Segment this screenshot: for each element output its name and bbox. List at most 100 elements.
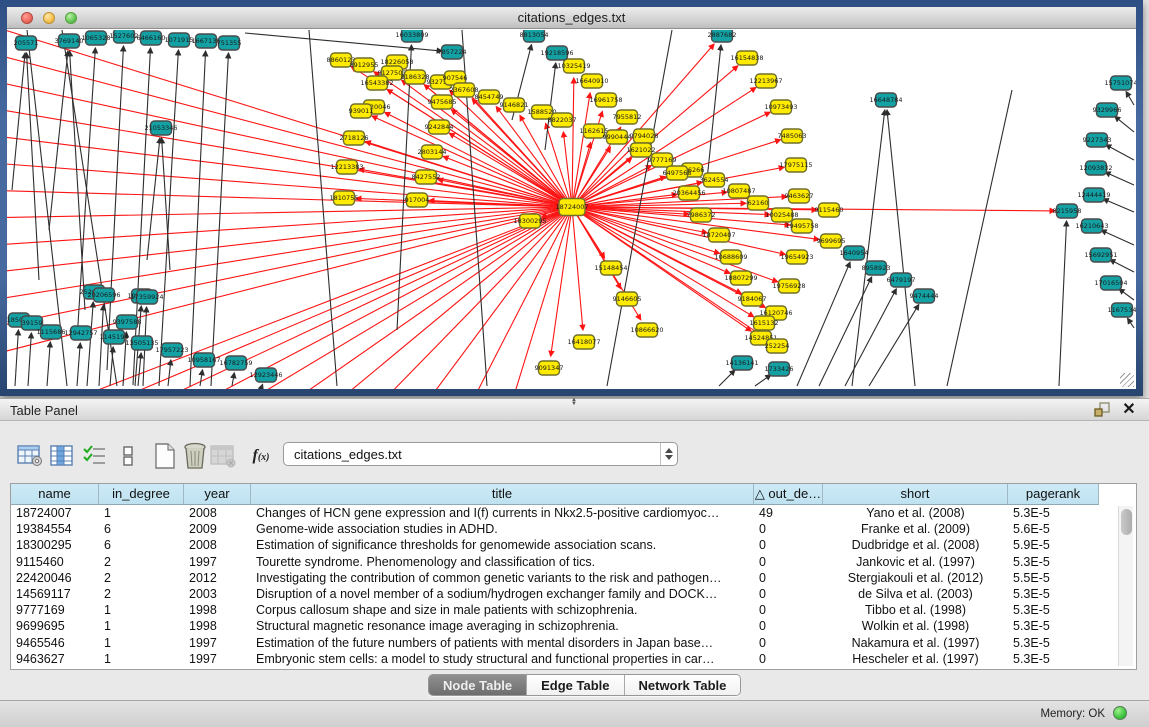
- tab-network-table[interactable]: Network Table: [625, 675, 741, 695]
- table-settings-icon[interactable]: [15, 441, 45, 471]
- graph-node-label: 10866620: [630, 326, 663, 334]
- graph-node-label: 12093832: [1079, 164, 1112, 172]
- table-row[interactable]: 946362711997Embryonic stem cells: a mode…: [11, 651, 1121, 667]
- graph-node-label: 16033809: [395, 31, 428, 39]
- graph-edge: [572, 207, 583, 330]
- delete-icon[interactable]: [180, 441, 210, 471]
- graph-node-label: 62160: [748, 199, 769, 207]
- graph-node-label: 10325419: [557, 62, 590, 70]
- graph-edge: [845, 289, 896, 386]
- function-builder-icon[interactable]: f(x): [246, 441, 276, 471]
- table-cell: 19384554: [11, 521, 99, 537]
- table-row[interactable]: 911546021997Tourette syndrome. Phenomeno…: [11, 554, 1121, 570]
- float-window-icon[interactable]: [1093, 402, 1111, 418]
- table-row[interactable]: 1872400712008Changes of HCN gene express…: [11, 505, 1121, 521]
- column-header-pagerank[interactable]: pagerank: [1008, 484, 1099, 505]
- select-rows-icon[interactable]: [80, 441, 110, 471]
- network-window: citations_edges.txt 18724007183002958860…: [0, 0, 1143, 396]
- table-cell: Franke et al. (2009): [823, 521, 1008, 537]
- table-row[interactable]: 946554611997Estimation of the future num…: [11, 635, 1121, 651]
- table-row[interactable]: 1938455462009Genome-wide association stu…: [11, 521, 1121, 537]
- table-cell: 0: [754, 602, 823, 618]
- tab-node-table[interactable]: Node Table: [429, 675, 527, 695]
- tab-edge-table[interactable]: Edge Table: [527, 675, 624, 695]
- graph-edge: [1103, 199, 1134, 212]
- network-graph[interactable]: 1872400718300295886012389129551822605891…: [7, 30, 1136, 389]
- graph-node-label: 9242844: [425, 123, 454, 131]
- graph-edge: [200, 370, 202, 386]
- graph-edge: [887, 110, 915, 386]
- graph-edge: [1126, 92, 1134, 105]
- table-header-row: namein_degreeyeartitle△ out_de…shortpage…: [11, 484, 1121, 505]
- column-header-year[interactable]: year: [184, 484, 251, 505]
- graph-node-label: 8215958: [1053, 207, 1082, 215]
- table-row[interactable]: 969969511998Structural magnetic resonanc…: [11, 618, 1121, 634]
- table-cell: 9115460: [11, 554, 99, 570]
- graph-edge: [1059, 221, 1067, 386]
- graph-node-label: 17957223: [155, 346, 188, 354]
- graph-node-label: 1733426: [765, 365, 794, 373]
- table-cell: 22420046: [11, 570, 99, 586]
- graph-node-label: 12444419: [1077, 191, 1110, 199]
- close-panel-icon[interactable]: ✕: [1121, 401, 1137, 419]
- graph-edge: [1119, 289, 1134, 300]
- table-cell: 1998: [184, 618, 251, 634]
- column-header-in_degree[interactable]: in_degree: [99, 484, 184, 505]
- table-cell: 6: [99, 537, 184, 553]
- column-header-name[interactable]: name: [11, 484, 99, 505]
- network-window-titlebar[interactable]: citations_edges.txt: [7, 7, 1136, 29]
- network-canvas[interactable]: 1872400718300295886012389129551822605891…: [7, 30, 1136, 389]
- graph-node-label: 8186328: [401, 73, 430, 81]
- graph-edge: [99, 305, 103, 386]
- graph-node-label: 939011: [349, 107, 374, 115]
- table-cell: 9463627: [11, 651, 99, 667]
- resize-grip[interactable]: [1120, 373, 1134, 387]
- table-cell: 6: [99, 521, 184, 537]
- table-cell: 5.9E-5: [1008, 537, 1099, 553]
- dropdown-stepper-icon: [660, 443, 677, 465]
- table-cell: Hescheler et al. (1997): [823, 651, 1008, 667]
- graph-node-label: 15148454: [594, 264, 627, 272]
- graph-node-label: 18724007: [555, 203, 588, 211]
- table-row[interactable]: 977716911998Corpus callosum shape and si…: [11, 602, 1121, 618]
- graph-edge: [719, 370, 735, 386]
- show-columns-icon[interactable]: [47, 441, 77, 471]
- graph-edge: [1115, 116, 1134, 132]
- delete-table-icon[interactable]: [208, 441, 238, 471]
- table-cell: 5.3E-5: [1008, 505, 1099, 521]
- graph-edge: [247, 207, 572, 389]
- scrollbar-thumb[interactable]: [1121, 509, 1132, 535]
- graph-node-label: 15692951: [1084, 251, 1117, 259]
- graph-edge: [563, 132, 572, 207]
- split-pane-handle[interactable]: ▲▼: [566, 398, 582, 403]
- table-select-dropdown[interactable]: citations_edges.txt: [283, 442, 678, 466]
- graph-edge: [262, 384, 263, 386]
- column-header-short[interactable]: short: [823, 484, 1008, 505]
- table-cell: 1997: [184, 651, 251, 667]
- graph-node-label: 18300295: [513, 217, 546, 225]
- table-cell: 5.3E-5: [1008, 554, 1099, 570]
- graph-node-label: 9990444: [603, 133, 632, 141]
- column-header-out_de[interactable]: △ out_de…: [754, 484, 823, 505]
- vertical-scrollbar[interactable]: [1118, 506, 1133, 666]
- table-cell: Investigating the contribution of common…: [251, 570, 754, 586]
- table-row[interactable]: 2242004622012Investigating the contribut…: [11, 570, 1121, 586]
- table-select-value: citations_edges.txt: [284, 447, 660, 462]
- table-row[interactable]: 1830029562008Estimation of significance …: [11, 537, 1121, 553]
- table-cell: 5.3E-5: [1008, 586, 1099, 602]
- new-document-icon[interactable]: [150, 441, 180, 471]
- graph-node-label: 17016504: [1094, 279, 1127, 287]
- table-cell: 0: [754, 618, 823, 634]
- graph-node-label: 2803144: [418, 148, 447, 156]
- graph-node-label: 17359924: [130, 293, 163, 301]
- graph-node-label: 6479197: [887, 276, 916, 284]
- column-header-title[interactable]: title: [251, 484, 754, 505]
- graph-node-label: 2887682: [708, 31, 737, 39]
- graph-node-label: 9329966: [1093, 106, 1122, 114]
- graph-node-label: 9794028: [630, 132, 659, 140]
- column-chooser-icon[interactable]: [113, 441, 143, 471]
- graph-node-label: 12213383: [330, 163, 363, 171]
- graph-edge: [112, 207, 572, 389]
- table-cell: Tibbo et al. (1998): [823, 602, 1008, 618]
- table-row[interactable]: 1456911722003Disruption of a novel membe…: [11, 586, 1121, 602]
